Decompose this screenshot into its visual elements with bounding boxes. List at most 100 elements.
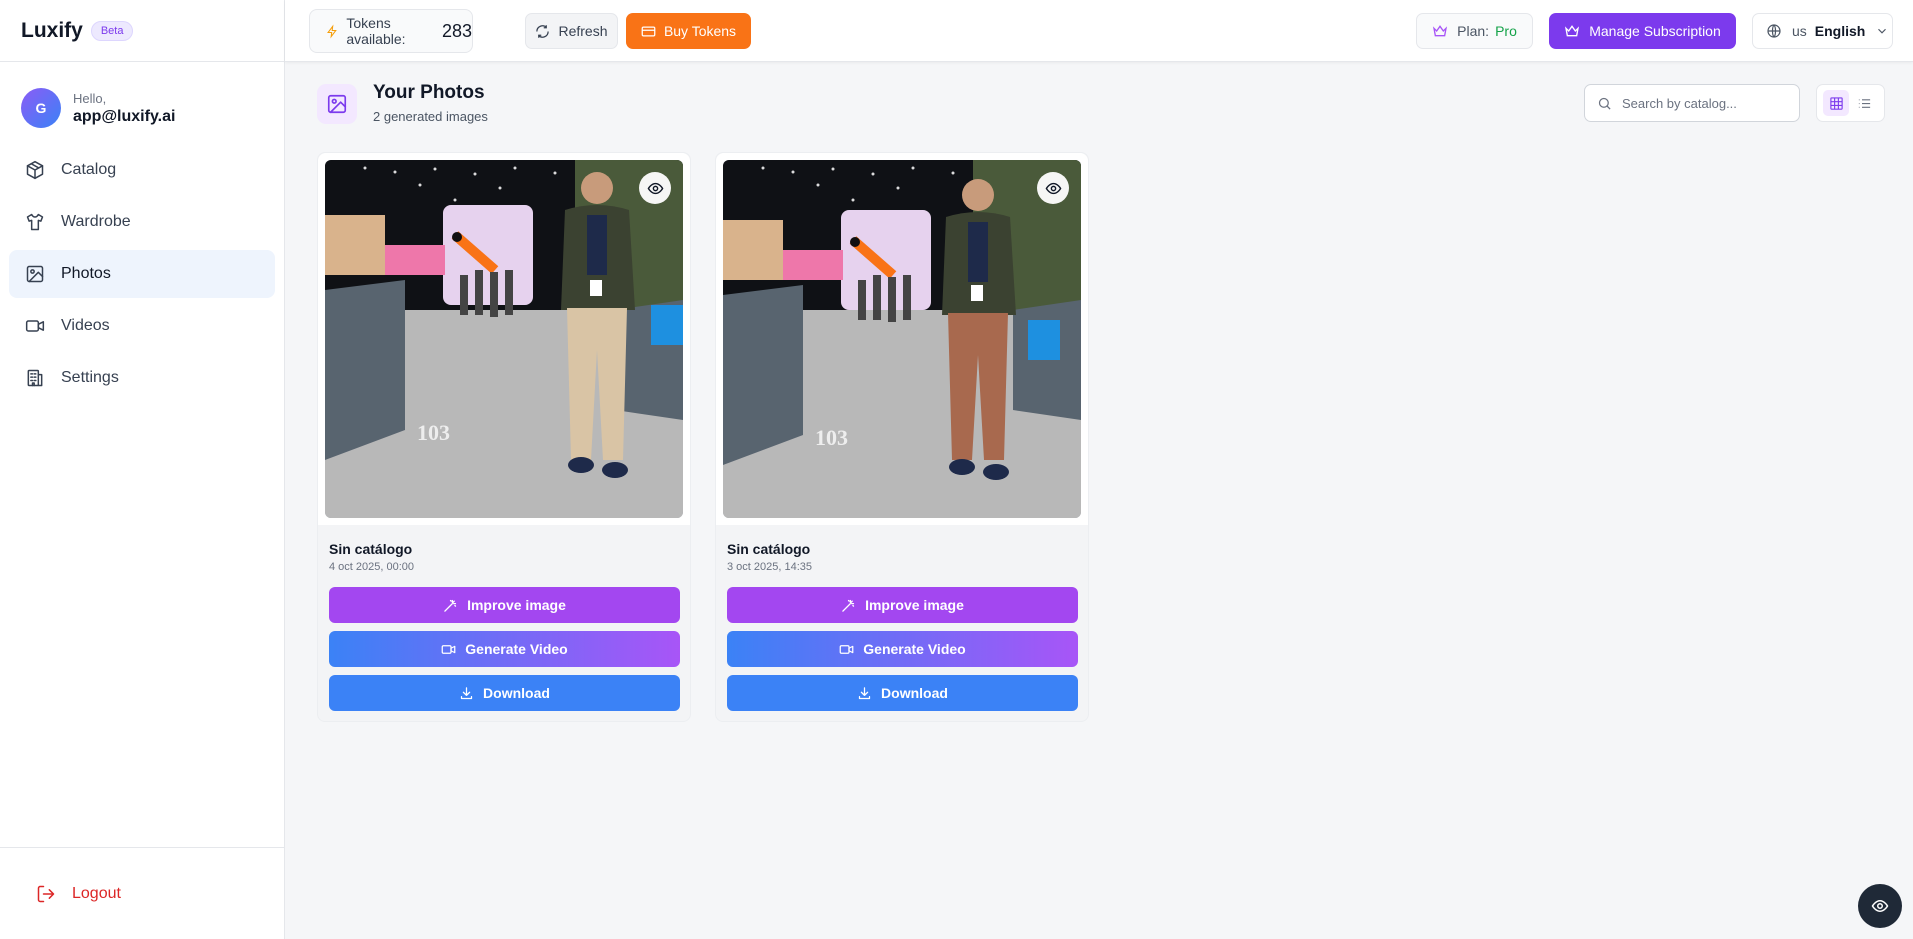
download-icon <box>858 686 871 699</box>
settings-icon <box>27 369 43 387</box>
grid-view-button[interactable] <box>1823 90 1850 116</box>
list-view-button[interactable] <box>1852 90 1878 116</box>
sidebar-nav: Catalog Wardrobe Photos Videos Settings <box>0 146 284 402</box>
crown-icon <box>1565 25 1580 37</box>
improve-image-label: Improve image <box>467 597 566 613</box>
preview-button[interactable] <box>1037 172 1069 204</box>
sidebar-item-photos[interactable]: Photos <box>9 250 275 298</box>
generate-video-button[interactable]: Generate Video <box>727 631 1078 667</box>
photo-scene: 103 <box>723 160 1081 518</box>
logout-label: Logout <box>72 884 121 902</box>
floating-eye-button[interactable] <box>1858 884 1902 928</box>
brand: Luxify Beta <box>0 0 284 62</box>
improve-image-label: Improve image <box>865 597 964 613</box>
logout-icon <box>37 885 55 902</box>
card-date: 4 oct 2025, 00:00 <box>329 561 415 573</box>
sidebar-item-settings[interactable]: Settings <box>9 354 275 402</box>
photo-card: 103 Sin catálogo 4 oct 2025, 00:00 Impro… <box>317 152 691 722</box>
download-label: Download <box>483 685 550 701</box>
plan-badge: Plan: Pro <box>1416 13 1533 49</box>
eye-icon <box>1045 182 1061 194</box>
page-title: Your Photos <box>373 82 485 103</box>
photo-scene: 103 <box>325 160 683 518</box>
sidebar-item-label: Catalog <box>61 161 117 178</box>
page-header: Your Photos 2 generated images <box>285 62 1913 154</box>
list-icon <box>1859 98 1871 108</box>
page-subtitle: 2 generated images <box>373 109 488 124</box>
sidebar-item-label: Photos <box>61 265 111 282</box>
sidebar-item-label: Settings <box>61 369 119 386</box>
photos-header-icon <box>317 84 357 124</box>
lightning-icon <box>327 23 337 39</box>
greeting: Hello, <box>73 90 107 106</box>
sidebar-item-catalog[interactable]: Catalog <box>9 146 275 194</box>
globe-icon <box>1767 24 1781 38</box>
credit-card-icon <box>641 26 656 36</box>
eye-icon <box>647 182 663 194</box>
plan-label: Plan: <box>1457 23 1490 39</box>
user-email: app@luxify.ai <box>73 107 176 125</box>
sidebar-item-label: Wardrobe <box>61 213 131 230</box>
beta-badge: Beta <box>90 20 134 41</box>
tokens-counter: Tokens available: 283 <box>309 9 473 53</box>
topbar: Tokens available: 283 Refresh Buy Tokens… <box>285 0 1913 62</box>
improve-image-button[interactable]: Improve image <box>727 587 1078 623</box>
image-icon <box>327 94 347 114</box>
video-icon <box>25 320 45 332</box>
photo-card: 103 Sin catálogo 3 oct 2025, 14:35 Impro… <box>715 152 1089 722</box>
language-code: us <box>1792 23 1807 39</box>
generate-video-label: Generate Video <box>465 641 568 657</box>
svg-text:103: 103 <box>417 420 450 445</box>
card-title: Sin catálogo <box>329 541 413 557</box>
language-select[interactable]: us English <box>1752 13 1893 49</box>
crown-icon <box>1433 25 1448 37</box>
video-icon <box>839 644 854 654</box>
manage-subscription-label: Manage Subscription <box>1589 23 1721 39</box>
generate-video-button[interactable]: Generate Video <box>329 631 680 667</box>
sidebar-item-wardrobe[interactable]: Wardrobe <box>9 198 275 246</box>
brand-name: Luxify <box>21 18 83 42</box>
tokens-label: Tokens available: <box>346 15 406 47</box>
eye-icon <box>1871 899 1889 913</box>
buy-tokens-label: Buy Tokens <box>663 23 737 39</box>
improve-image-button[interactable]: Improve image <box>329 587 680 623</box>
manage-subscription-button[interactable]: Manage Subscription <box>1549 13 1736 49</box>
sidebar-item-videos[interactable]: Videos <box>9 302 275 350</box>
refresh-icon <box>536 24 550 38</box>
video-icon <box>441 644 456 654</box>
language-name: English <box>1814 23 1866 39</box>
search-box <box>1584 84 1800 122</box>
download-label: Download <box>881 685 948 701</box>
download-icon <box>460 686 473 699</box>
chevron-down-icon <box>1878 28 1887 34</box>
download-button[interactable]: Download <box>727 675 1078 711</box>
svg-text:103: 103 <box>815 425 848 450</box>
generated-photo[interactable]: 103 <box>325 160 683 518</box>
buy-tokens-button[interactable]: Buy Tokens <box>626 13 751 49</box>
package-icon <box>26 160 44 180</box>
sidebar-item-label: Videos <box>61 317 110 334</box>
magic-wand-icon <box>444 599 457 612</box>
view-toggle <box>1816 84 1885 122</box>
image-icon <box>26 265 44 283</box>
tokens-value: 283 <box>441 20 472 41</box>
card-date: 3 oct 2025, 14:35 <box>727 561 813 573</box>
search-icon <box>1598 97 1611 110</box>
user-info: G Hello, app@luxify.ai <box>0 62 284 146</box>
generated-photo[interactable]: 103 <box>723 160 1081 518</box>
grid-icon <box>1830 96 1843 110</box>
sidebar-footer: Logout <box>0 847 284 939</box>
sidebar: Luxify Beta G Hello, app@luxify.ai Catal… <box>0 0 285 939</box>
plan-value: Pro <box>1495 23 1517 39</box>
card-title: Sin catálogo <box>727 541 811 557</box>
download-button[interactable]: Download <box>329 675 680 711</box>
refresh-label: Refresh <box>558 23 608 39</box>
refresh-button[interactable]: Refresh <box>525 13 618 49</box>
preview-button[interactable] <box>639 172 671 204</box>
magic-wand-icon <box>842 599 855 612</box>
search-input[interactable] <box>1622 95 1782 111</box>
avatar: G <box>21 88 61 128</box>
generate-video-label: Generate Video <box>863 641 966 657</box>
shirt-icon <box>26 213 44 231</box>
logout-button[interactable]: Logout <box>36 884 121 904</box>
